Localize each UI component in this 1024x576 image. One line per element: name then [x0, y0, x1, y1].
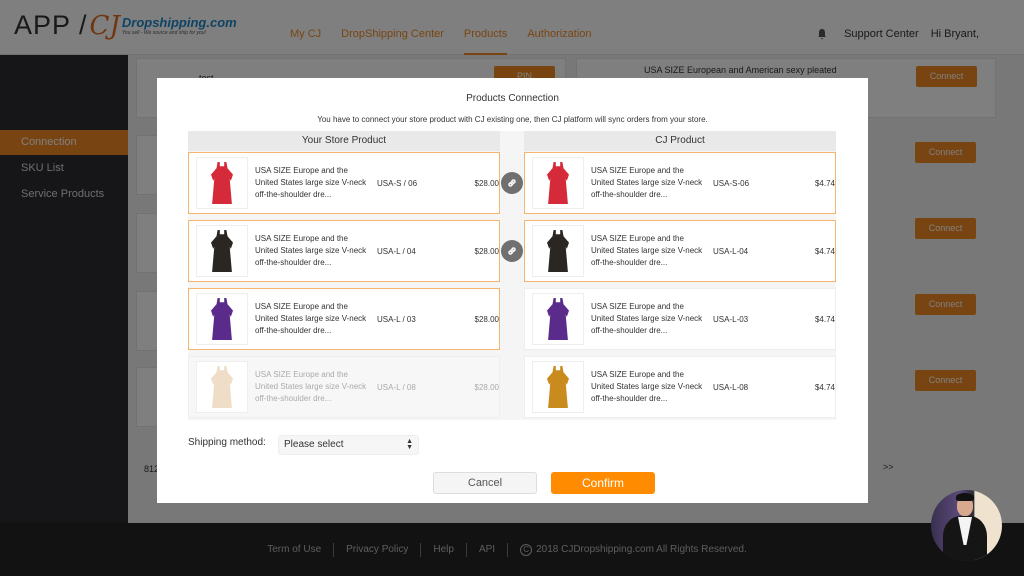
connection-table: Your Store Product CJ Product USA SIZE E…: [188, 131, 836, 420]
store-product-row[interactable]: USA SIZE Europe and the United States la…: [188, 288, 500, 350]
product-name: USA SIZE Europe and the United States la…: [255, 166, 367, 199]
store-product-row[interactable]: USA SIZE Europe and the United States la…: [188, 152, 500, 214]
modal-title: Products Connection: [466, 93, 559, 104]
product-thumbnail: [196, 293, 248, 345]
product-name: USA SIZE Europe and the United States la…: [591, 370, 703, 403]
dress-image: [211, 230, 233, 272]
product-thumbnail: [532, 293, 584, 345]
store-product-row[interactable]: USA SIZE Europe and the United States la…: [188, 220, 500, 282]
product-name: USA SIZE Europe and the United States la…: [255, 370, 367, 403]
cancel-button[interactable]: Cancel: [433, 472, 537, 494]
column-header-store-product: Your Store Product: [188, 131, 500, 151]
product-sku: USA-L-04: [713, 246, 749, 256]
link-icon[interactable]: [501, 240, 523, 262]
product-thumbnail: [532, 157, 584, 209]
shipping-method-label: Shipping method:: [188, 437, 266, 448]
product-name: USA SIZE Europe and the United States la…: [591, 234, 703, 267]
cj-product-row[interactable]: USA SIZE Europe and the United States la…: [524, 220, 836, 282]
product-thumbnail: [532, 361, 584, 413]
cj-product-row[interactable]: USA SIZE Europe and the United States la…: [524, 356, 836, 418]
cj-product-row[interactable]: USA SIZE Europe and the United States la…: [524, 152, 836, 214]
product-price: $4.74: [814, 178, 835, 188]
product-name: USA SIZE Europe and the United States la…: [591, 302, 703, 335]
product-price: $28.00: [474, 382, 499, 392]
product-thumbnail: [196, 225, 248, 277]
dress-image: [211, 162, 233, 204]
dress-image: [211, 366, 233, 408]
column-header-cj-product: CJ Product: [524, 131, 836, 151]
store-product-row[interactable]: USA SIZE Europe and the United States la…: [188, 356, 500, 418]
product-thumbnail: [196, 361, 248, 413]
product-price: $28.00: [474, 178, 499, 188]
product-sku: USA-L-08: [713, 382, 749, 392]
confirm-button[interactable]: Confirm: [551, 472, 655, 494]
product-sku: USA-L / 08: [377, 382, 416, 392]
dress-image: [211, 298, 233, 340]
cj-product-row[interactable]: USA SIZE Europe and the United States la…: [524, 288, 836, 350]
presenter-avatar: [931, 490, 1002, 561]
product-thumbnail: [196, 157, 248, 209]
dress-image: [547, 298, 569, 340]
product-name: USA SIZE Europe and the United States la…: [255, 302, 367, 335]
product-price: $28.00: [474, 246, 499, 256]
product-sku: USA-S / 06: [377, 178, 418, 188]
product-sku: USA-L-03: [713, 314, 749, 324]
shipping-method-select[interactable]: Please select ▲ ▼: [278, 435, 419, 455]
dress-image: [547, 366, 569, 408]
product-price: $4.74: [814, 246, 835, 256]
product-sku: USA-S-06: [713, 178, 750, 188]
shipping-method-value: Please select: [284, 439, 344, 450]
product-price: $28.00: [474, 314, 499, 324]
product-thumbnail: [532, 225, 584, 277]
product-sku: USA-L / 03: [377, 314, 416, 324]
product-name: USA SIZE Europe and the United States la…: [255, 234, 367, 267]
dress-image: [547, 230, 569, 272]
product-sku: USA-L / 04: [377, 246, 416, 256]
dress-image: [547, 162, 569, 204]
product-price: $4.74: [814, 382, 835, 392]
products-connection-modal: Products Connection You have to connect …: [157, 78, 868, 503]
product-name: USA SIZE Europe and the United States la…: [591, 166, 703, 199]
product-price: $4.74: [814, 314, 835, 324]
select-arrows-icon: ▲ ▼: [406, 438, 413, 451]
modal-description: You have to connect your store product w…: [317, 115, 708, 124]
link-icon[interactable]: [501, 172, 523, 194]
